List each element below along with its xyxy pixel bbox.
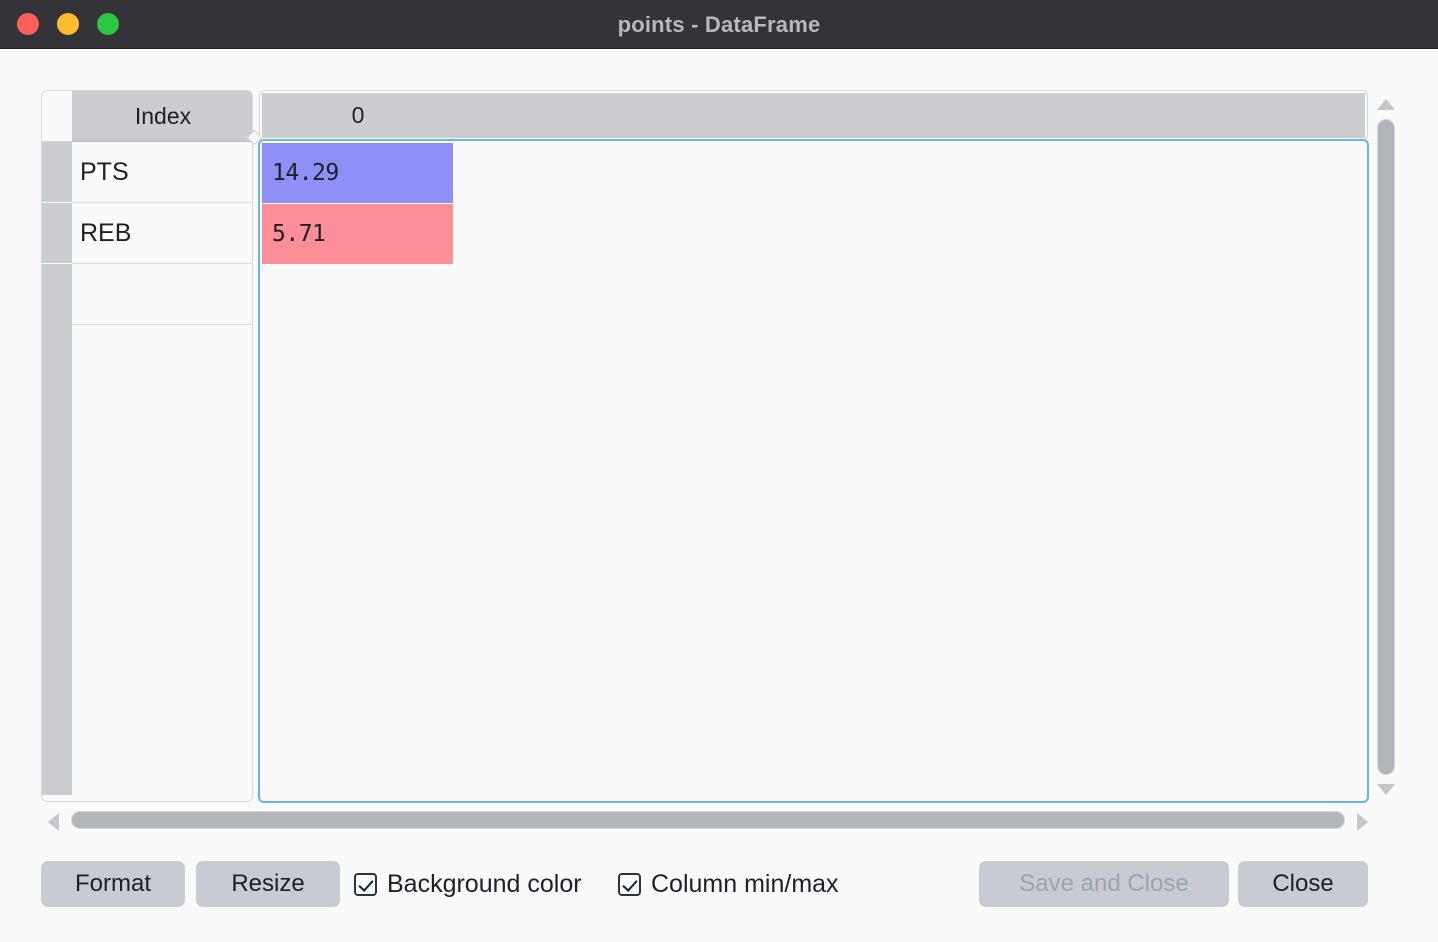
column-minmax-label: Column min/max	[651, 869, 839, 898]
row-header-gutter	[42, 142, 72, 795]
column-minmax-checkbox[interactable]	[618, 872, 641, 896]
horizontal-scroll-track[interactable]	[69, 809, 1347, 831]
background-color-checkbox-group[interactable]: Background color	[354, 861, 582, 907]
minimize-window-button[interactable]	[57, 13, 79, 35]
window-controls	[17, 13, 119, 35]
close-window-button[interactable]	[17, 13, 39, 35]
scroll-down-arrow-icon[interactable]	[1377, 784, 1395, 795]
vertical-scroll-track[interactable]	[1375, 117, 1397, 777]
resize-button[interactable]: Resize	[196, 861, 340, 907]
index-column-header[interactable]: Index	[72, 91, 252, 142]
horizontal-scroll-thumb[interactable]	[71, 811, 1345, 829]
save-and-close-button[interactable]: Save and Close	[979, 861, 1229, 907]
scroll-up-arrow-icon[interactable]	[1377, 99, 1395, 110]
background-color-label: Background color	[387, 869, 582, 898]
index-corner-cell	[42, 91, 72, 142]
window-title: points - DataFrame	[617, 12, 821, 37]
index-panel: Index PTS REB	[41, 90, 253, 802]
format-button[interactable]: Format	[41, 861, 185, 907]
background-color-checkbox[interactable]	[354, 872, 377, 896]
index-row-list: PTS REB	[72, 142, 252, 801]
vertical-scrollbar[interactable]	[1374, 91, 1398, 803]
dataframe-editor-window: points - DataFrame Index PTS REB 0 14.29…	[0, 0, 1438, 942]
scroll-right-arrow-icon[interactable]	[1357, 813, 1368, 831]
bottom-toolbar: Format Resize Background color Column mi…	[0, 861, 1438, 942]
window-body: Index PTS REB 0 14.29 5.71 Format Resize…	[0, 49, 1438, 942]
scroll-left-arrow-icon[interactable]	[48, 813, 59, 831]
data-header-bar: 0	[259, 90, 1368, 141]
data-header-strip: 0	[262, 93, 1365, 138]
row-header-gutter-cell[interactable]	[42, 203, 72, 264]
maximize-window-button[interactable]	[97, 13, 119, 35]
data-cell-reb-0[interactable]: 5.71	[262, 204, 453, 264]
index-row-reb[interactable]: REB	[72, 203, 252, 264]
close-button[interactable]: Close	[1238, 861, 1368, 907]
index-row-pts[interactable]: PTS	[72, 142, 252, 203]
column-minmax-checkbox-group[interactable]: Column min/max	[618, 861, 839, 907]
title-bar: points - DataFrame	[0, 0, 1438, 49]
data-grid[interactable]: 14.29 5.71	[258, 139, 1369, 803]
horizontal-scrollbar[interactable]	[45, 809, 1371, 835]
index-row-empty	[72, 264, 252, 325]
row-header-gutter-cell[interactable]	[42, 142, 72, 203]
data-column-header-0[interactable]: 0	[262, 93, 454, 138]
data-cell-pts-0[interactable]: 14.29	[262, 143, 453, 203]
vertical-scroll-thumb[interactable]	[1377, 119, 1395, 775]
